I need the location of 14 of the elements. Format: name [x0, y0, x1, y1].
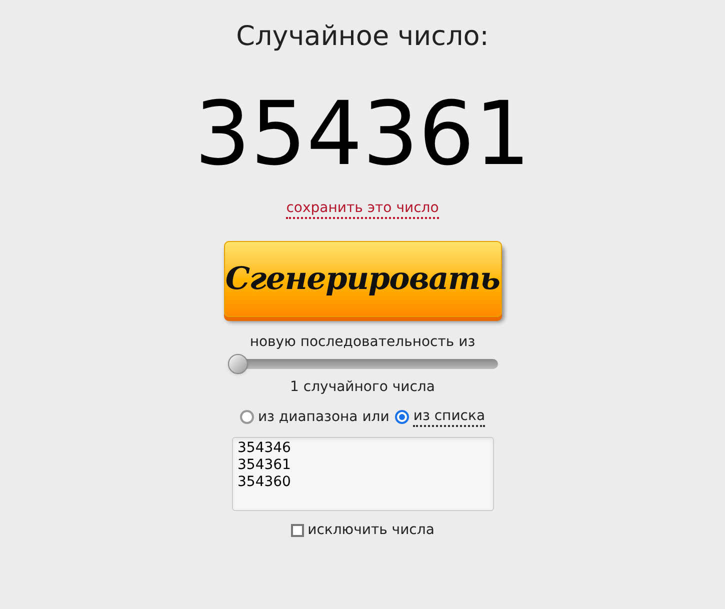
number-list-field[interactable]: 354346 354361 354360 — [232, 437, 494, 511]
radio-label[interactable]: из диапазона или — [258, 408, 390, 426]
radio-button[interactable] — [395, 410, 410, 424]
count-label: 1 случайного числа — [290, 378, 435, 396]
sequence-label: новую последовательность из — [250, 333, 476, 351]
checkbox[interactable] — [290, 524, 304, 536]
random-number: 354361 — [194, 81, 530, 187]
page-title: Случайное число: — [236, 20, 489, 54]
save-number-link[interactable]: сохранить это число — [286, 199, 439, 219]
radio-button[interactable] — [240, 410, 254, 424]
slider[interactable] — [228, 354, 498, 374]
radio-label[interactable]: из списка — [413, 407, 486, 427]
slider-thumb[interactable] — [228, 354, 248, 374]
checkbox-label[interactable]: исключить числа — [308, 521, 434, 539]
